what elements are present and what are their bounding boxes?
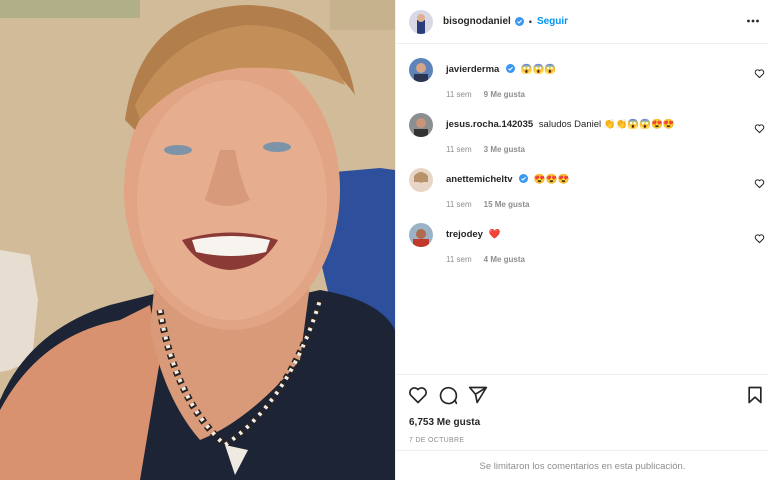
comment-like-heart-icon[interactable]	[754, 178, 765, 189]
post-header: bisognodaniel • Seguir	[396, 0, 768, 44]
commenter-avatar-image	[409, 168, 433, 192]
comments-limited-notice: Se limitaron los comentarios en esta pub…	[396, 450, 768, 480]
comment-like-heart-icon[interactable]	[754, 123, 765, 134]
comment-meta: 11 sem 9 Me gusta	[446, 90, 525, 99]
comment-like-heart-icon[interactable]	[754, 233, 765, 244]
heart-icon[interactable]	[408, 385, 428, 405]
post-side-panel: bisognodaniel • Seguir javierderma 😱😱😱 1…	[395, 0, 768, 480]
commenter-avatar[interactable]	[409, 113, 433, 137]
follow-button[interactable]: Seguir	[537, 16, 568, 27]
comment-icon[interactable]	[438, 385, 458, 405]
comment-meta: 11 sem 4 Me gusta	[446, 255, 525, 264]
comment-likes[interactable]: 9 Me gusta	[484, 90, 525, 99]
comment-text: saludos Daniel 👏👏😱😱😍😍	[538, 119, 675, 130]
comment-likes[interactable]: 15 Me gusta	[484, 200, 530, 209]
comment-text: ❤️	[488, 229, 501, 240]
comment-item: jesus.rocha.142035 saludos Daniel 👏👏😱😱😍😍…	[396, 113, 768, 168]
instagram-post-window: bisognodaniel • Seguir javierderma 😱😱😱 1…	[0, 0, 768, 480]
author-avatar-image	[409, 9, 433, 34]
selfie-illustration	[0, 0, 395, 480]
comments-list: javierderma 😱😱😱 11 sem 9 Me gusta jesus.r…	[396, 58, 768, 278]
comment-text: 😍😍😍	[533, 174, 570, 185]
comment-time[interactable]: 11 sem	[446, 145, 472, 154]
comment-body: jesus.rocha.142035 saludos Daniel 👏👏😱😱😍😍	[446, 119, 675, 130]
share-icon[interactable]	[468, 385, 488, 405]
commenter-avatar-image	[409, 58, 433, 82]
post-actions-section: 6,753 Me gusta 7 DE OCTUBRE Se limitaron…	[396, 374, 768, 480]
comment-time[interactable]: 11 sem	[446, 90, 472, 99]
comment-username[interactable]: trejodey	[446, 229, 483, 240]
comment-item: trejodey ❤️ 11 sem 4 Me gusta	[396, 223, 768, 278]
comment-item: javierderma 😱😱😱 11 sem 9 Me gusta	[396, 58, 768, 113]
author-avatar[interactable]	[409, 9, 433, 34]
comment-username[interactable]: javierderma	[446, 64, 499, 75]
comment-meta: 11 sem 3 Me gusta	[446, 145, 525, 154]
post-like-count[interactable]: 6,753 Me gusta	[409, 417, 480, 428]
comment-username[interactable]: anettemicheltv	[446, 174, 513, 185]
comment-meta: 11 sem 15 Me gusta	[446, 200, 529, 209]
comment-time[interactable]: 11 sem	[446, 255, 472, 264]
comment-likes[interactable]: 3 Me gusta	[484, 145, 525, 154]
comment-likes[interactable]: 4 Me gusta	[484, 255, 525, 264]
author-username[interactable]: bisognodaniel	[443, 16, 511, 27]
comment-body: anettemicheltv 😍😍😍	[446, 174, 569, 185]
commenter-avatar[interactable]	[409, 58, 433, 82]
comment-like-heart-icon[interactable]	[754, 68, 765, 79]
comment-item: anettemicheltv 😍😍😍 11 sem 15 Me gusta	[396, 168, 768, 223]
commenter-avatar[interactable]	[409, 223, 433, 247]
verified-badge-icon	[514, 17, 524, 26]
more-options-icon[interactable]	[746, 14, 760, 28]
comment-text: 😱😱😱	[520, 64, 557, 75]
comment-time[interactable]: 11 sem	[446, 200, 472, 209]
header-separator: •	[528, 16, 532, 27]
comment-body: javierderma 😱😱😱	[446, 64, 556, 75]
post-photo[interactable]	[0, 0, 395, 480]
commenter-avatar-image	[409, 113, 433, 137]
commenter-avatar-image	[409, 223, 433, 247]
comment-username[interactable]: jesus.rocha.142035	[446, 119, 533, 130]
comment-body: trejodey ❤️	[446, 229, 500, 240]
commenter-avatar[interactable]	[409, 168, 433, 192]
verified-badge-icon	[519, 174, 529, 183]
verified-badge-icon	[505, 64, 515, 73]
bookmark-icon[interactable]	[745, 385, 765, 405]
post-date[interactable]: 7 DE OCTUBRE	[409, 437, 464, 444]
